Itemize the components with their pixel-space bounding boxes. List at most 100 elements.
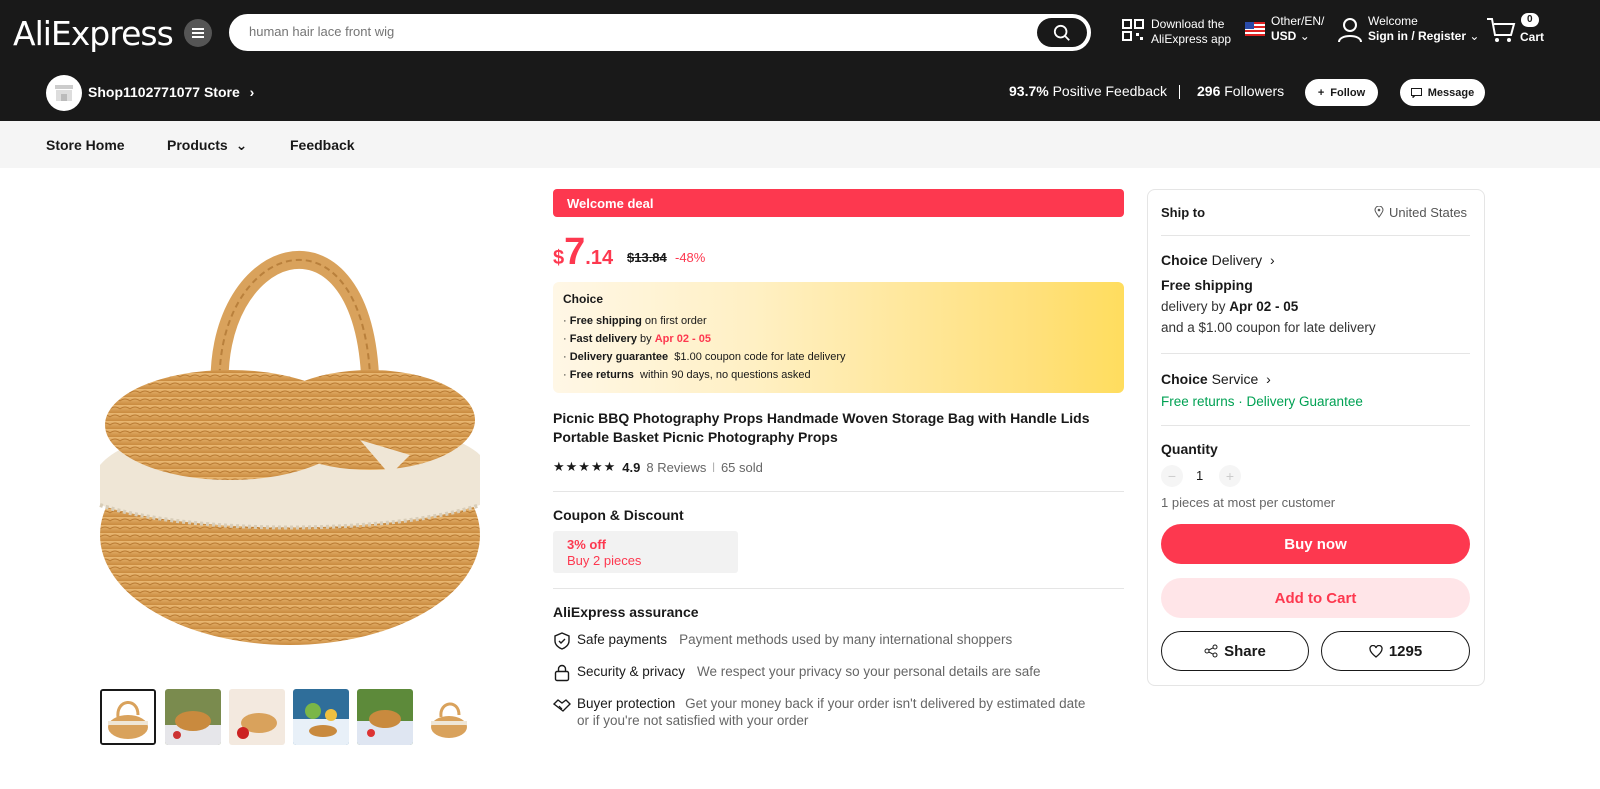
us-flag-icon	[1245, 22, 1265, 36]
sold-count: 65 sold	[720, 459, 763, 475]
benefit-date: Apr 02 - 05	[654, 333, 711, 345]
thumbnail-6[interactable]	[421, 689, 477, 745]
divider	[1161, 353, 1470, 354]
followers: 296 Followers	[1197, 83, 1284, 99]
nav-feedback[interactable]: Feedback	[290, 137, 355, 153]
choice-title: Choice	[563, 292, 604, 306]
assurance-label: Safe payments	[577, 632, 668, 647]
chevron-right-icon: ›	[249, 84, 255, 100]
assurance-desc: Get your money back if your order isn't …	[685, 696, 1086, 711]
divider	[1161, 425, 1470, 426]
plus-icon: +	[1317, 86, 1325, 99]
download-app-link[interactable]: Download the AliExpress app	[1151, 17, 1231, 47]
follow-button[interactable]: + Follow	[1305, 79, 1378, 106]
delivery-guarantee: Delivery Guarantee	[1246, 394, 1363, 409]
choice-benefit: · Free returns within 90 days, no questi…	[563, 369, 811, 381]
aliexpress-logo[interactable]: AliExpress	[13, 14, 174, 53]
store-avatar[interactable]	[46, 75, 82, 111]
free-shipping: Free shipping	[1161, 277, 1253, 293]
cart-icon[interactable]	[1486, 17, 1516, 43]
chevron-right-icon: ›	[1266, 371, 1271, 387]
choice-service-label: Service	[1211, 371, 1259, 387]
nav-products[interactable]: Products ⌄	[167, 137, 247, 154]
choice-benefit: · Fast delivery by Apr 02 - 05	[563, 333, 711, 345]
quantity-limit: 1 pieces at most per customer	[1161, 495, 1336, 510]
free-returns: Free returns	[1161, 394, 1235, 409]
handshake-icon	[553, 699, 571, 712]
account-menu[interactable]: Welcome Sign in / Register ⌄	[1368, 14, 1479, 44]
user-icon	[1338, 18, 1362, 43]
positive-feedback: 93.7% Positive Feedback	[1009, 83, 1167, 99]
message-button[interactable]: Message	[1400, 79, 1485, 106]
assurance-desc: We respect your privacy so your personal…	[697, 664, 1041, 679]
wishlist-count: 1295	[1388, 642, 1423, 660]
delivery-date: Apr 02 - 05	[1229, 299, 1299, 314]
follow-label: Follow	[1330, 86, 1366, 99]
late-delivery-coupon: and a $1.00 coupon for late delivery	[1161, 320, 1376, 335]
nav-products-label: Products	[167, 137, 228, 153]
original-price: $13.84	[627, 250, 667, 265]
heart-icon	[1369, 644, 1383, 658]
thumbnail-image	[293, 689, 349, 745]
assurance-desc: Payment methods used by many internation…	[679, 632, 1013, 647]
coupon-card[interactable]: 3% off Buy 2 pieces	[553, 531, 738, 573]
search-input[interactable]	[249, 24, 1029, 39]
welcome-text: Welcome	[1368, 14, 1418, 28]
divider	[553, 491, 1124, 492]
benefit-desc: by	[637, 333, 655, 345]
share-button[interactable]: Share	[1161, 631, 1309, 671]
benefit-desc: within 90 days, no questions asked	[633, 369, 811, 381]
ship-to-label: Ship to	[1161, 205, 1206, 220]
location-pin-icon	[1374, 205, 1384, 218]
divider	[553, 588, 1124, 589]
product-main-image[interactable]	[90, 205, 490, 665]
stats-divider	[1179, 85, 1180, 99]
message-label: Message	[1427, 86, 1475, 99]
assurance-label: Buyer protection	[577, 696, 676, 711]
delivery-by: delivery by	[1161, 299, 1230, 314]
choice-brand: Choice	[1161, 252, 1208, 268]
search-icon	[1053, 24, 1070, 41]
thumbnail-2[interactable]	[165, 689, 221, 745]
reviews-link[interactable]: 8 Reviews	[646, 460, 706, 475]
chevron-down-icon: ⌄	[1299, 29, 1310, 43]
chevron-right-icon: ›	[1270, 252, 1275, 268]
price-whole: 7	[564, 231, 586, 273]
thumbnail-1[interactable]	[100, 689, 156, 745]
quantity-value[interactable]: 1	[1196, 468, 1203, 483]
nav-store-home[interactable]: Store Home	[46, 137, 125, 153]
thumbnail-3[interactable]	[229, 689, 285, 745]
choice-service-link[interactable]: Choice Service ›	[1161, 371, 1271, 387]
assurance-label: Security & privacy	[577, 664, 686, 679]
divider	[1161, 235, 1470, 236]
chevron-down-icon: ⌄	[235, 137, 248, 153]
thumbnail-5[interactable]	[357, 689, 413, 745]
wishlist-button[interactable]: 1295	[1321, 631, 1470, 671]
menu-button[interactable]	[184, 19, 212, 47]
benefit-desc: on first order	[641, 315, 707, 327]
thumbnail-4[interactable]	[293, 689, 349, 745]
search-button[interactable]	[1037, 18, 1087, 47]
ship-to-value: United States	[1389, 205, 1468, 220]
cart-label[interactable]: Cart	[1520, 30, 1544, 45]
plus-icon: +	[1225, 468, 1235, 484]
benefit-label: Fast delivery	[569, 333, 637, 345]
benefit-label: Delivery guarantee	[569, 351, 669, 363]
download-line-2: AliExpress app	[1151, 32, 1232, 46]
quantity-decrease-button[interactable]: −	[1161, 465, 1183, 487]
choice-delivery-link[interactable]: Choice Delivery ›	[1161, 252, 1275, 268]
choice-benefit: · Free shipping on first order	[563, 315, 707, 327]
ship-to-selector[interactable]: United States	[1374, 205, 1467, 220]
cart-count-badge: 0	[1521, 13, 1539, 27]
buy-now-button[interactable]: Buy now	[1161, 524, 1470, 564]
store-name: Shop1102771077 Store	[88, 84, 240, 100]
rating-row: ★★★★★ 4.9 8 Reviews | 65 sold	[553, 459, 763, 475]
store-name-link[interactable]: Shop1102771077 Store ›	[88, 84, 254, 100]
benefit-label: Free shipping	[569, 315, 642, 327]
thumbnail-image	[421, 689, 477, 745]
add-to-cart-button[interactable]: Add to Cart	[1161, 578, 1470, 618]
quantity-increase-button[interactable]: +	[1219, 465, 1241, 487]
choice-delivery-label: Delivery	[1211, 252, 1263, 268]
rating-value: 4.9	[622, 459, 641, 475]
locale-selector[interactable]: Other/EN/ USD ⌄	[1271, 14, 1324, 44]
